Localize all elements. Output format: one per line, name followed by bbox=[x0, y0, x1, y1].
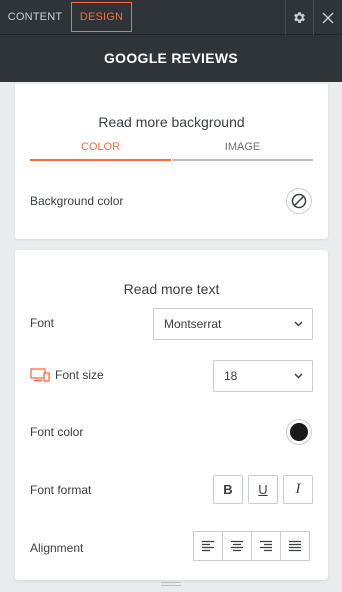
align-right-icon bbox=[260, 540, 272, 552]
section-title: Read more background bbox=[98, 114, 245, 130]
font-size-label: Font size bbox=[55, 368, 104, 382]
close-icon bbox=[322, 12, 333, 23]
responsive-devices-icon[interactable] bbox=[30, 368, 50, 382]
background-color-picker[interactable] bbox=[286, 188, 312, 214]
font-select[interactable]: Montserrat bbox=[153, 308, 313, 340]
font-label: Font bbox=[30, 316, 55, 330]
background-color-label: Background color bbox=[30, 194, 124, 208]
panel-title: GOOGLE REVIEWS bbox=[0, 35, 342, 82]
font-color-label: Font color bbox=[30, 425, 84, 439]
font-select-value: Montserrat bbox=[164, 317, 222, 331]
settings-button[interactable] bbox=[285, 0, 313, 35]
read-more-text-card: Read more text Font Montserrat Font size… bbox=[15, 250, 328, 580]
chevron-down-icon bbox=[294, 361, 303, 391]
chevron-down-icon bbox=[294, 309, 303, 339]
align-center-button[interactable] bbox=[222, 531, 252, 561]
bold-button[interactable]: B bbox=[213, 475, 243, 504]
align-center-icon bbox=[231, 540, 243, 552]
top-toolbar: CONTENT DESIGN bbox=[0, 0, 342, 35]
alignment-group bbox=[193, 531, 311, 561]
tab-design[interactable]: DESIGN bbox=[71, 2, 132, 32]
tab-image[interactable]: IMAGE bbox=[172, 141, 313, 161]
tab-content[interactable]: CONTENT bbox=[0, 0, 70, 35]
settings-icon bbox=[294, 12, 305, 23]
font-size-select[interactable]: 18 bbox=[213, 360, 313, 392]
background-type-tabs: COLOR IMAGE bbox=[30, 141, 313, 161]
resize-handle-icon bbox=[161, 582, 181, 586]
font-size-value: 18 bbox=[224, 369, 238, 383]
align-left-button[interactable] bbox=[193, 531, 223, 561]
tab-color[interactable]: COLOR bbox=[30, 141, 171, 161]
resize-handle[interactable] bbox=[0, 576, 342, 592]
align-justify-icon bbox=[289, 540, 301, 552]
no-color-icon bbox=[291, 193, 307, 209]
font-color-swatch bbox=[290, 423, 308, 441]
underline-button[interactable]: U bbox=[248, 475, 278, 504]
font-color-picker[interactable] bbox=[286, 419, 312, 445]
align-left-icon bbox=[202, 540, 214, 552]
alignment-label: Alignment bbox=[30, 541, 84, 555]
read-more-background-card: Read more background COLOR IMAGE Backgro… bbox=[15, 84, 328, 239]
align-right-button[interactable] bbox=[251, 531, 281, 561]
font-format-label: Font format bbox=[30, 483, 92, 497]
italic-button[interactable]: I bbox=[283, 475, 313, 504]
align-justify-button[interactable] bbox=[280, 531, 310, 561]
section-title: Read more text bbox=[123, 281, 220, 297]
close-button[interactable] bbox=[313, 0, 341, 35]
